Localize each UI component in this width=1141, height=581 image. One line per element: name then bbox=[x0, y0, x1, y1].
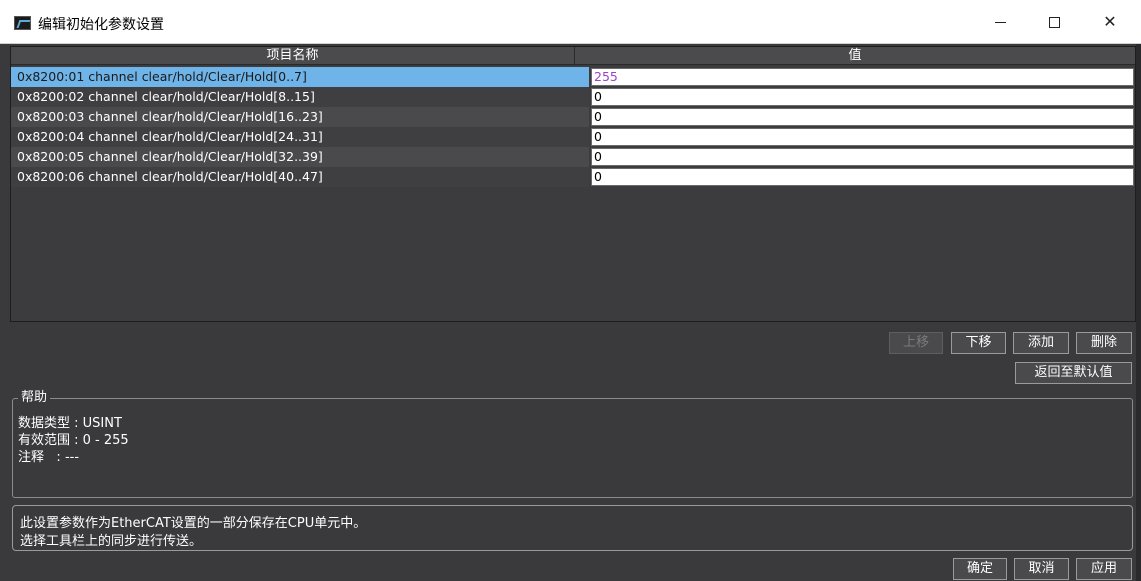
param-value-field[interactable]: 0 bbox=[591, 128, 1134, 146]
move-down-button[interactable]: 下移 bbox=[951, 332, 1006, 354]
close-button[interactable]: ✕ bbox=[1082, 0, 1138, 44]
parameter-table: 项目名称 值 0x8200:01 channel clear/hold/Clea… bbox=[10, 46, 1136, 322]
help-legend: 帮助 bbox=[18, 390, 51, 406]
param-value-field[interactable]: 0 bbox=[591, 168, 1134, 186]
table-row[interactable]: 0x8200:02 channel clear/hold/Clear/Hold[… bbox=[11, 87, 1135, 107]
table-row[interactable]: 0x8200:04 channel clear/hold/Clear/Hold[… bbox=[11, 127, 1135, 147]
delete-button[interactable]: 删除 bbox=[1076, 332, 1132, 354]
reset-default-button[interactable]: 返回至默认值 bbox=[1015, 362, 1132, 384]
cancel-button[interactable]: 取消 bbox=[1014, 558, 1069, 580]
title-bar: 编辑初始化参数设置 ✕ bbox=[0, 0, 1141, 44]
add-button[interactable]: 添加 bbox=[1013, 332, 1069, 354]
param-name-cell[interactable]: 0x8200:02 channel clear/hold/Clear/Hold[… bbox=[11, 87, 589, 107]
apply-button[interactable]: 应用 bbox=[1076, 558, 1132, 580]
close-icon: ✕ bbox=[1103, 12, 1117, 31]
param-value-field[interactable]: 0 bbox=[591, 88, 1134, 106]
maximize-icon bbox=[1048, 17, 1060, 28]
app-icon bbox=[14, 16, 31, 30]
param-value-field[interactable]: 0 bbox=[591, 108, 1134, 126]
table-row[interactable]: 0x8200:06 channel clear/hold/Clear/Hold[… bbox=[11, 167, 1135, 187]
column-header-value[interactable]: 值 bbox=[575, 47, 1135, 65]
maximize-button[interactable] bbox=[1026, 0, 1082, 44]
window-title: 编辑初始化参数设置 bbox=[38, 17, 164, 33]
minimize-icon bbox=[994, 22, 1006, 23]
param-name-cell[interactable]: 0x8200:01 channel clear/hold/Clear/Hold[… bbox=[11, 67, 589, 87]
help-comment: 注释 : --- bbox=[18, 446, 79, 465]
move-up-button[interactable]: 上移 bbox=[889, 332, 943, 354]
help-comment-label: 注释 bbox=[18, 450, 45, 465]
info-line-2: 选择工具栏上的同步进行传送。 bbox=[20, 534, 203, 549]
help-range-value: 0 - 255 bbox=[82, 433, 129, 448]
param-value-field[interactable]: 255 bbox=[591, 68, 1134, 86]
table-row[interactable]: 0x8200:03 channel clear/hold/Clear/Hold[… bbox=[11, 107, 1135, 127]
param-name-cell[interactable]: 0x8200:03 channel clear/hold/Clear/Hold[… bbox=[11, 107, 589, 127]
edit-init-params-window: 编辑初始化参数设置 ✕ 项目名称 值 0x8200:01 channel cle… bbox=[0, 0, 1141, 581]
param-value-field[interactable]: 0 bbox=[591, 148, 1134, 166]
help-group bbox=[12, 398, 1133, 498]
help-comment-value: --- bbox=[64, 450, 80, 465]
param-name-cell[interactable]: 0x8200:06 channel clear/hold/Clear/Hold[… bbox=[11, 167, 589, 187]
help-comment-sep: : bbox=[44, 450, 65, 465]
table-header: 项目名称 值 bbox=[11, 47, 1135, 65]
background-window-edge bbox=[1136, 44, 1141, 581]
info-line-1: 此设置参数作为EtherCAT设置的一部分保存在CPU单元中。 bbox=[20, 516, 367, 531]
info-box: 此设置参数作为EtherCAT设置的一部分保存在CPU单元中。 选择工具栏上的同… bbox=[12, 505, 1133, 551]
param-name-cell[interactable]: 0x8200:04 channel clear/hold/Clear/Hold[… bbox=[11, 127, 589, 147]
column-header-item-name[interactable]: 项目名称 bbox=[11, 47, 575, 65]
table-row[interactable]: 0x8200:01 channel clear/hold/Clear/Hold[… bbox=[11, 67, 1135, 87]
ok-button[interactable]: 确定 bbox=[953, 558, 1007, 580]
param-name-cell[interactable]: 0x8200:05 channel clear/hold/Clear/Hold[… bbox=[11, 147, 589, 167]
table-row[interactable]: 0x8200:05 channel clear/hold/Clear/Hold[… bbox=[11, 147, 1135, 167]
minimize-button[interactable] bbox=[972, 0, 1028, 44]
